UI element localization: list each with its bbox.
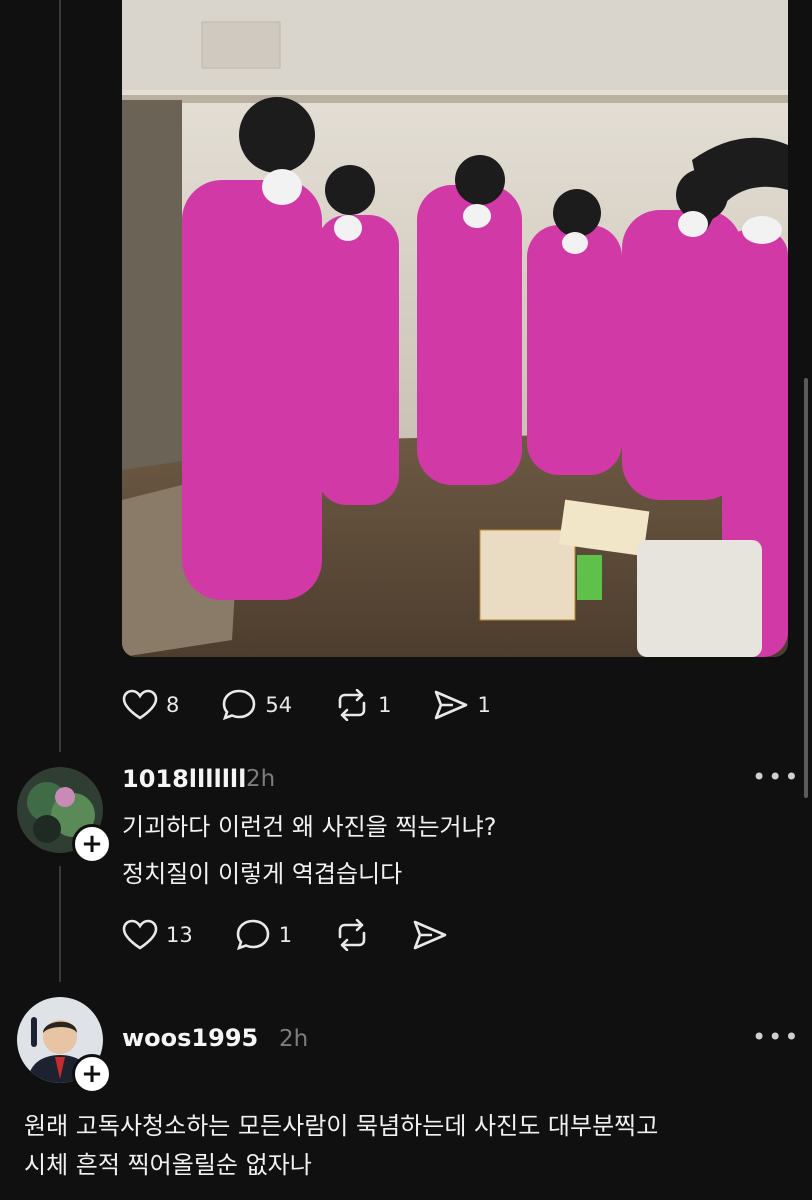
- post-photo[interactable]: [122, 0, 788, 657]
- reply-time: 2h: [246, 766, 276, 792]
- follow-plus-button[interactable]: +: [72, 1054, 112, 1094]
- like-count: 8: [166, 693, 180, 717]
- paper-plane-icon: [435, 690, 468, 720]
- share-button[interactable]: [412, 919, 448, 951]
- heart-icon: [122, 919, 158, 950]
- paper-plane-icon: [413, 920, 447, 950]
- post-actions: 8 54 1 1: [122, 688, 533, 722]
- reply-time: 2h: [279, 1026, 309, 1052]
- speech-bubble-icon: [236, 919, 270, 951]
- heart-icon: [122, 689, 158, 720]
- comment-count: 1: [278, 923, 293, 947]
- scrollbar[interactable]: [804, 378, 808, 798]
- share-count: 1: [477, 693, 491, 717]
- reply-actions: 13 1: [122, 918, 490, 952]
- reply-text-line-2: 정치질이 이렇게 역겹습니다: [122, 860, 403, 888]
- thread-line-reply: [59, 866, 61, 982]
- more-dots-icon[interactable]: •••: [752, 1023, 800, 1051]
- repost-count: 1: [378, 693, 392, 717]
- share-button[interactable]: 1: [433, 689, 491, 721]
- comment-button[interactable]: 54: [221, 688, 292, 722]
- repost-button[interactable]: [334, 919, 370, 951]
- like-button[interactable]: 8: [122, 689, 179, 721]
- follow-plus-button[interactable]: +: [72, 824, 112, 864]
- comment-count: 54: [265, 693, 293, 717]
- thread-line-post: [59, 0, 61, 752]
- reply-username[interactable]: 1018lllllll: [122, 765, 246, 793]
- like-button[interactable]: 13: [122, 919, 193, 951]
- reply-text-line-1: 기괴하다 이런건 왜 사진을 찍는거냐?: [122, 813, 497, 841]
- repost-arrows-icon: [338, 919, 366, 951]
- repost-button[interactable]: 1: [334, 689, 391, 721]
- comment-button[interactable]: 1: [235, 918, 292, 952]
- reply-text-line-2: 시체 흔적 찍어올릴순 없자나: [24, 1151, 312, 1179]
- plus-icon: +: [81, 829, 103, 859]
- more-dots-icon[interactable]: •••: [752, 763, 800, 791]
- reply-text-line-1: 원래 고독사청소하는 모든사람이 묵념하는데 사진도 대부분찍고: [24, 1112, 659, 1140]
- like-count: 13: [166, 923, 193, 947]
- reply-username[interactable]: woos1995: [122, 1024, 258, 1052]
- plus-icon: +: [81, 1059, 103, 1089]
- speech-bubble-icon: [223, 689, 256, 721]
- repost-arrows-icon: [338, 689, 366, 721]
